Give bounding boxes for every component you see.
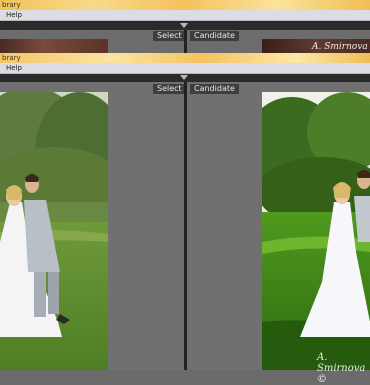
watermark: A. Smirnova © (317, 352, 366, 385)
menu-help[interactable]: Help (6, 64, 22, 73)
title-bar-top (0, 0, 370, 10)
select-label: Select (153, 84, 186, 94)
title-bar (0, 53, 370, 63)
compare-divider-top[interactable] (184, 30, 187, 53)
candidate-label-top: Candidate (190, 31, 239, 41)
select-photo-top[interactable] (0, 39, 108, 53)
menu-bar (0, 63, 370, 74)
select-pane: Select (0, 82, 186, 370)
watermark-top: A. Smirnova (312, 42, 368, 52)
candidate-label: Candidate (190, 84, 239, 94)
wedding-photo-select (0, 92, 108, 370)
collapse-triangle-icon[interactable] (180, 75, 188, 80)
select-photo[interactable] (0, 92, 108, 370)
window-title-top: brary (2, 1, 21, 9)
candidate-pane: Candidate A. Smirnova © (187, 82, 370, 385)
menu-bar-top: Help (0, 10, 370, 21)
select-label-top: Select (153, 31, 186, 41)
menu-help-top[interactable]: Help (6, 11, 22, 20)
window-title: brary (2, 54, 21, 62)
triangle-down-icon[interactable] (180, 23, 188, 28)
wedding-photo-candidate (262, 92, 370, 370)
candidate-photo[interactable] (262, 92, 370, 370)
